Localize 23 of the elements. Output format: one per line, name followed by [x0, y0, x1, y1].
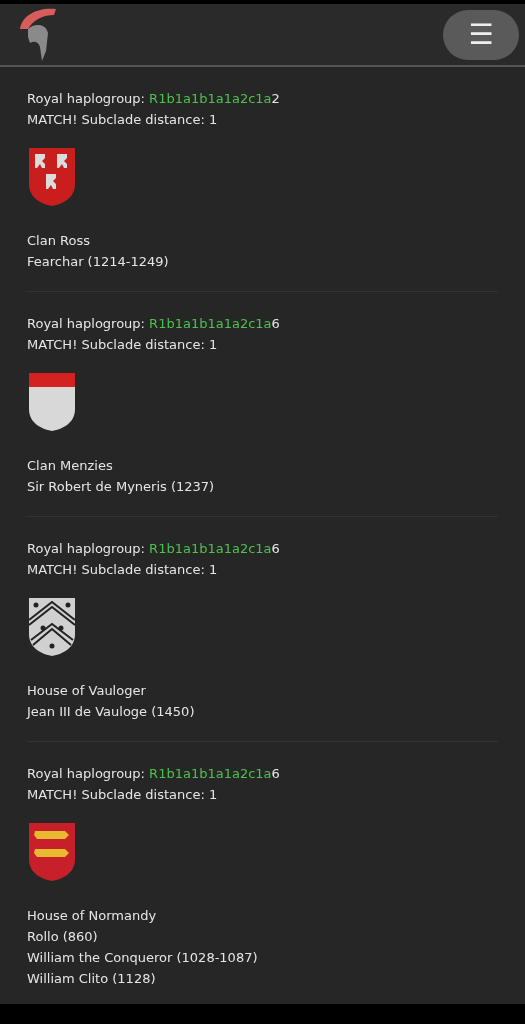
coat-of-arms-icon	[27, 371, 77, 433]
match-text: MATCH! Subclade distance: 1	[27, 561, 219, 579]
ruler-name: Fearchar (1214-1249)	[27, 253, 170, 271]
match-text: MATCH! Subclade distance: 1	[27, 786, 219, 804]
haplogroup-text: Royal haplogroup: R1b1a1b1a1a2c1a6	[27, 315, 281, 333]
house-name: House of Vauloger	[27, 682, 147, 700]
match-text: MATCH! Subclade distance: 1	[27, 336, 219, 354]
haplogroup-text: Royal haplogroup: R1b1a1b1a1a2c1a6	[27, 540, 281, 558]
ruler-name: Jean III de Vauloge (1450)	[27, 703, 196, 721]
ruler-name: William the Conqueror (1028-1087)	[27, 949, 259, 967]
coat-of-arms-icon	[27, 821, 77, 883]
menu-button[interactable]: ☰	[443, 9, 519, 60]
house-name: Clan Ross	[27, 232, 91, 250]
haplogroup-text: Royal haplogroup: R1b1a1b1a1a2c1a2	[27, 90, 281, 108]
ruler-name: Rollo (860)	[27, 928, 99, 946]
coat-of-arms-icon	[27, 596, 77, 658]
match-text: MATCH! Subclade distance: 1	[27, 111, 219, 129]
ruler-name: Sir Robert de Myneris (1237)	[27, 478, 216, 496]
ruler-name: William Clito (1128)	[27, 970, 157, 988]
house-name: House of Normandy	[27, 907, 158, 925]
coat-of-arms-icon	[27, 146, 77, 208]
haplogroup-text: Royal haplogroup: R1b1a1b1a1a2c1a6	[27, 765, 281, 783]
house-name: Clan Menzies	[27, 457, 114, 475]
